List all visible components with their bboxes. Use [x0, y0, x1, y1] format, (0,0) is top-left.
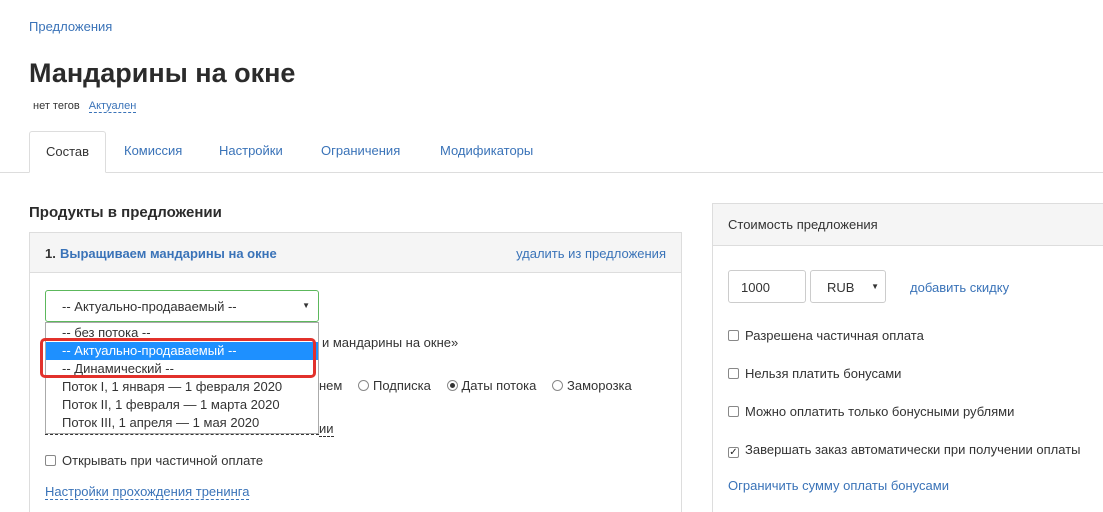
- product-number: 1.: [45, 246, 56, 261]
- product-description-fragment: и мандарины на окне»: [322, 335, 459, 350]
- remove-product-link[interactable]: удалить из предложения: [516, 246, 666, 261]
- checkbox-icon[interactable]: [45, 455, 56, 466]
- checkbox-checked-icon[interactable]: ✓: [728, 447, 739, 458]
- access-option-label: Подписка: [372, 378, 431, 393]
- access-option-stream-dates[interactable]: Даты потока: [446, 378, 537, 393]
- radio-icon[interactable]: [357, 380, 369, 391]
- price-panel-title: Стоимость предложения: [713, 204, 1103, 246]
- bonus-only-option[interactable]: Можно оплатить только бонусными рублями: [728, 404, 1014, 419]
- auto-complete-option[interactable]: ✓ Завершать заказ автоматически при получ…: [728, 442, 1081, 458]
- checkbox-icon[interactable]: [728, 406, 739, 417]
- tabs-bar: Состав Комиссия Настройки Ограничения Мо…: [0, 131, 1103, 173]
- access-option-freeze[interactable]: Заморозка: [552, 378, 632, 393]
- option-label: Нельзя платить бонусами: [745, 366, 902, 381]
- stream-option[interactable]: Поток I, 1 января — 1 февраля 2020: [46, 378, 318, 396]
- option-label: Завершать заказ автоматически при получе…: [745, 442, 1081, 457]
- access-option-label: Даты потока: [461, 378, 537, 393]
- no-bonus-option[interactable]: Нельзя платить бонусами: [728, 366, 901, 381]
- chevron-down-icon: ▼: [871, 282, 879, 291]
- highlight-annotation: [40, 338, 316, 378]
- dashed-underline: [45, 434, 319, 435]
- tab-composition[interactable]: Состав: [29, 131, 106, 173]
- access-options-row: нем Подписка Даты потока Заморозка: [319, 378, 632, 393]
- open-partial-label: Открывать при частичной оплате: [62, 453, 264, 468]
- product-name-link[interactable]: Выращиваем мандарины на окне: [60, 246, 277, 261]
- add-discount-link[interactable]: добавить скидку: [910, 280, 1009, 295]
- no-tags-label: нет тегов: [33, 100, 80, 112]
- tab-modifiers[interactable]: Модификаторы: [424, 131, 549, 173]
- limit-bonus-link[interactable]: Ограничить сумму оплаты бонусами: [728, 478, 949, 493]
- access-option-subscription[interactable]: Подписка: [357, 378, 431, 393]
- dashed-link-fragment[interactable]: ии: [319, 421, 334, 437]
- product-panel-header: 1. Выращиваем мандарины на окне удалить …: [30, 233, 681, 273]
- currency-select[interactable]: RUB ▼: [810, 270, 886, 303]
- stream-select-value: -- Актуально-продаваемый --: [62, 299, 237, 314]
- option-label: Можно оплатить только бонусными рублями: [745, 404, 1015, 419]
- status-link[interactable]: Актуален: [88, 100, 137, 113]
- partial-payment-option[interactable]: Разрешена частичная оплата: [728, 328, 924, 343]
- tab-commission[interactable]: Комиссия: [108, 131, 198, 173]
- tab-settings[interactable]: Настройки: [203, 131, 299, 173]
- stream-option[interactable]: Поток III, 1 апреля — 1 мая 2020: [46, 414, 318, 432]
- stream-select[interactable]: -- Актуально-продаваемый -- ▼: [45, 290, 319, 322]
- radio-checked-icon[interactable]: [446, 380, 458, 391]
- access-option-fragment: нем: [319, 378, 343, 393]
- chevron-down-icon: ▼: [302, 301, 310, 310]
- currency-value: RUB: [827, 280, 855, 295]
- option-label: Разрешена частичная оплата: [745, 328, 924, 343]
- price-panel: Стоимость предложения: [712, 203, 1103, 512]
- tags-row: нет тегов Актуален: [33, 100, 137, 113]
- price-amount-input[interactable]: 1000: [728, 270, 806, 303]
- products-section-title: Продукты в предложении: [29, 204, 222, 221]
- breadcrumb-offers[interactable]: Предложения: [29, 19, 112, 34]
- checkbox-icon[interactable]: [728, 330, 739, 341]
- stream-option[interactable]: Поток II, 1 февраля — 1 марта 2020: [46, 396, 318, 414]
- tab-restrictions[interactable]: Ограничения: [305, 131, 416, 173]
- training-settings-link[interactable]: Настройки прохождения тренинга: [45, 484, 250, 500]
- access-option-label: Заморозка: [567, 378, 632, 393]
- page-title: Мандарины на окне: [29, 58, 296, 88]
- radio-icon[interactable]: [552, 380, 564, 391]
- checkbox-icon[interactable]: [728, 368, 739, 379]
- open-partial-row[interactable]: Открывать при частичной оплате: [45, 453, 263, 468]
